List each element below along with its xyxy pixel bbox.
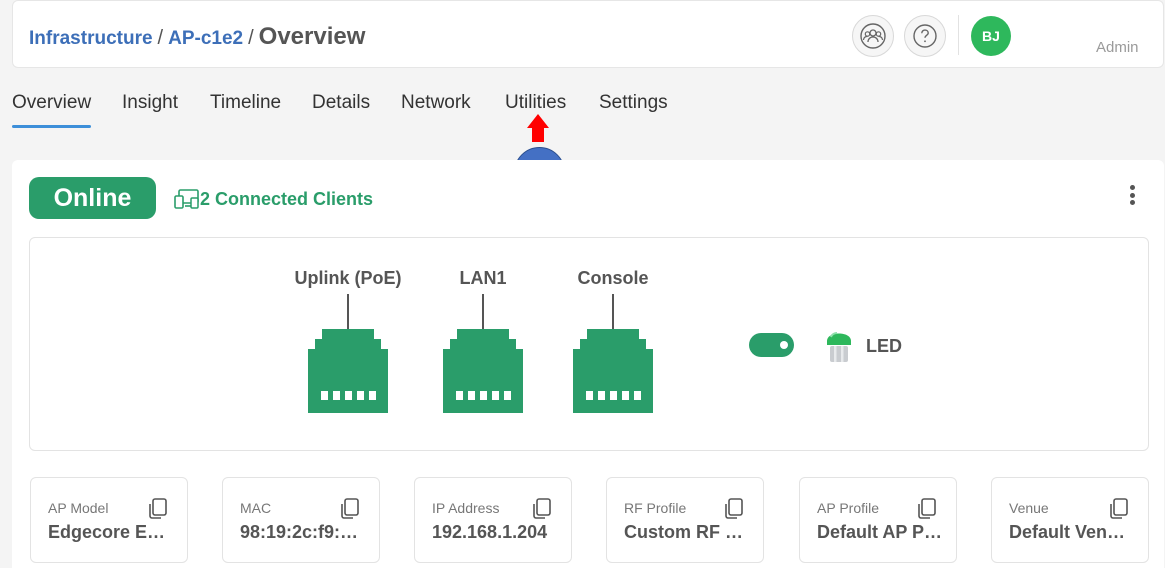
info-value: Default AP P… <box>817 522 943 542</box>
led-label: LED <box>866 336 902 356</box>
help-button[interactable] <box>904 15 946 57</box>
info-value: Default Ven… <box>1009 522 1126 542</box>
breadcrumb-separator: / <box>248 27 254 49</box>
status-badge: Online <box>29 177 156 219</box>
copy-icon[interactable] <box>337 497 361 521</box>
info-card-ap-profile: AP Profile Default AP P… <box>799 477 957 563</box>
info-label: AP Profile <box>817 500 879 516</box>
port-uplink: Uplink (PoE) <box>288 268 408 413</box>
page-title: Overview <box>258 23 366 50</box>
info-value: Edgecore E… <box>48 522 166 542</box>
port-lan1: LAN1 <box>423 268 543 413</box>
tab-settings[interactable]: Settings <box>599 92 668 114</box>
tab-overview[interactable]: Overview <box>12 92 92 128</box>
ethernet-port-icon <box>573 329 653 413</box>
breadcrumb-separator: / <box>157 27 164 49</box>
info-card-rf-profile: RF Profile Custom RF … <box>606 477 764 563</box>
info-label: IP Address <box>432 500 500 516</box>
annotation-arrow-head <box>527 114 549 128</box>
info-value: Custom RF … <box>624 522 743 542</box>
tab-utilities[interactable]: Utilities <box>505 92 566 114</box>
connected-clients-label: 2 Connected Clients <box>200 188 374 209</box>
led-toggle[interactable] <box>749 333 794 357</box>
info-value: 98:19:2c:f9:… <box>240 522 359 542</box>
info-card-ip-address: IP Address 192.168.1.204 <box>414 477 572 563</box>
info-label: AP Model <box>48 500 109 516</box>
info-card-mac: MAC 98:19:2c:f9:… <box>222 477 380 563</box>
info-value: 192.168.1.204 <box>432 522 548 542</box>
user-role: Admin <box>1096 39 1139 56</box>
device-overview-card: Online 2 Connected Clients Uplink (PoE) … <box>12 160 1164 568</box>
header-divider <box>958 15 959 55</box>
copy-icon[interactable] <box>721 497 745 521</box>
ports-panel: Uplink (PoE) LAN1 Console LED <box>29 237 1149 451</box>
tab-insight[interactable]: Insight <box>122 92 178 114</box>
info-label: MAC <box>240 500 272 516</box>
avatar[interactable]: BJ <box>971 16 1011 56</box>
users-circle-icon <box>860 23 886 49</box>
connected-clients-link[interactable]: 2 Connected Clients <box>174 188 373 210</box>
led-bulb-icon <box>827 332 851 362</box>
info-label: Venue <box>1009 500 1049 516</box>
copy-icon[interactable] <box>529 497 553 521</box>
copy-icon[interactable] <box>1106 497 1130 521</box>
copy-icon[interactable] <box>914 497 938 521</box>
port-connector-line <box>482 294 484 329</box>
ethernet-port-icon <box>443 329 523 413</box>
port-label: Uplink (PoE) <box>294 268 402 288</box>
breadcrumb-link-infrastructure[interactable]: Infrastructure <box>29 28 153 50</box>
more-options-icon[interactable] <box>1124 182 1140 208</box>
info-card-venue: Venue Default Ven… <box>991 477 1149 563</box>
tab-network[interactable]: Network <box>401 92 471 114</box>
port-label: LAN1 <box>459 268 507 288</box>
breadcrumb: Infrastructure / AP-c1e2 / Overview <box>29 23 365 51</box>
tab-details[interactable]: Details <box>312 92 370 114</box>
annotation-arrow-shaft <box>532 127 544 142</box>
tab-timeline[interactable]: Timeline <box>210 92 281 114</box>
port-label: Console <box>577 268 649 288</box>
devices-icon <box>174 189 199 209</box>
team-button[interactable] <box>852 15 894 57</box>
help-icon <box>913 24 937 48</box>
ethernet-port-icon <box>308 329 388 413</box>
port-connector-line <box>612 294 614 329</box>
port-console: Console <box>553 268 673 413</box>
info-label: RF Profile <box>624 500 687 516</box>
page-header: Infrastructure / AP-c1e2 / Overview BJ A… <box>12 0 1164 68</box>
port-connector-line <box>347 294 349 329</box>
breadcrumb-link-device[interactable]: AP-c1e2 <box>168 28 243 50</box>
info-card-ap-model: AP Model Edgecore E… <box>30 477 188 563</box>
copy-icon[interactable] <box>145 497 169 521</box>
